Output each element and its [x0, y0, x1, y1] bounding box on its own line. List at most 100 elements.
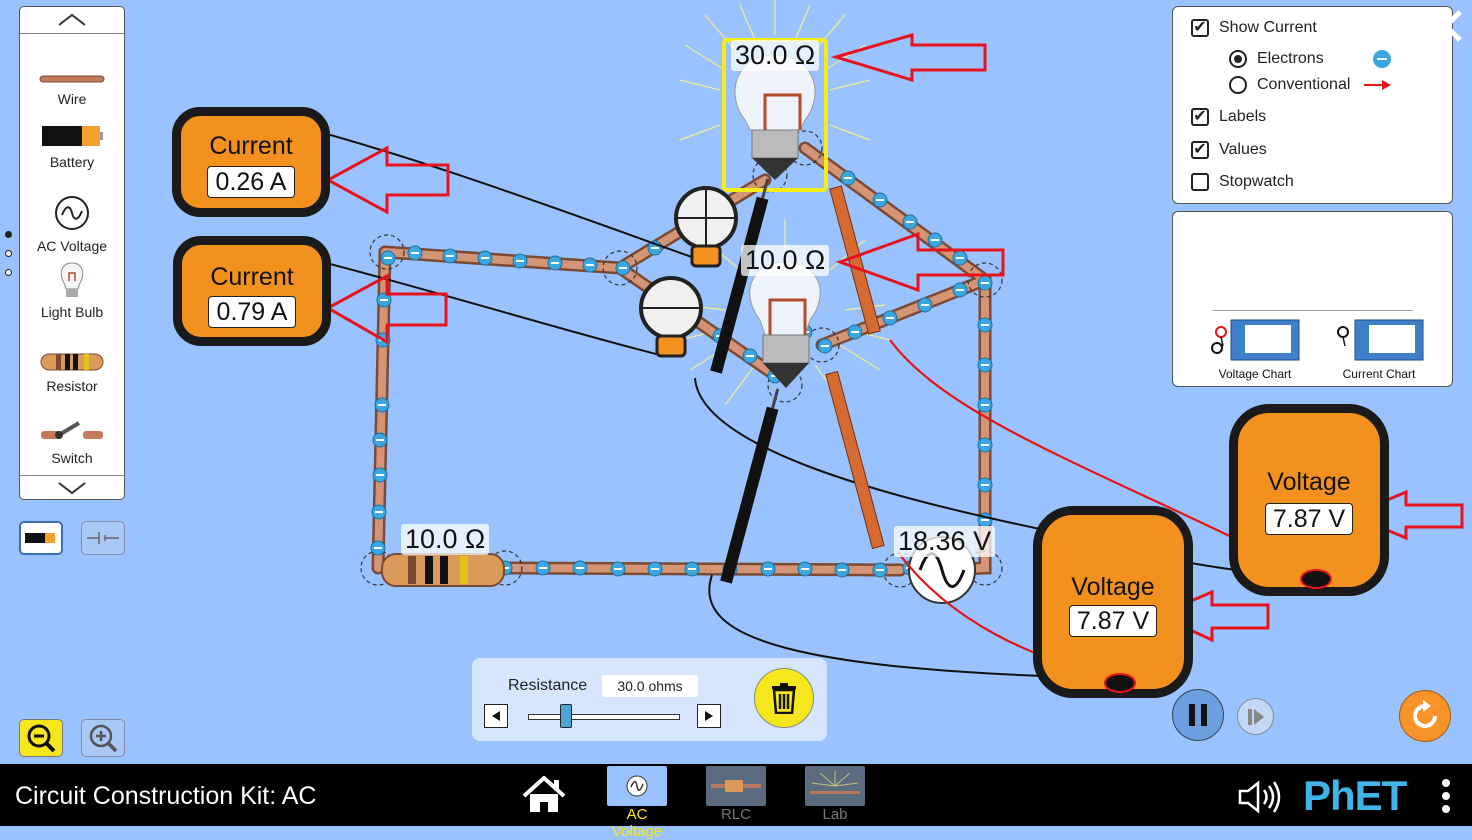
show-current-check-icon: ✔ [1191, 19, 1209, 37]
resistor-value: 10.0 Ω [401, 524, 490, 555]
voltmeter-2-reading: 7.87 V [1069, 605, 1157, 637]
zoom-in-button[interactable] [81, 719, 125, 757]
voltage-chart-label: Voltage Chart [1218, 367, 1292, 381]
voltmeter-probes[interactable] [710, 177, 885, 584]
zoom-out-button[interactable] [19, 719, 63, 757]
ac-voltage-screen-icon [607, 766, 667, 806]
toolbox-page-dot-2[interactable] [5, 250, 12, 257]
bulb-middle-value: 10.0 Ω [741, 245, 830, 276]
toolbox-item-ac-voltage[interactable]: AC Voltage [20, 195, 124, 254]
arrow-right-icon [705, 711, 713, 721]
lab-screen-icon [805, 766, 865, 806]
ammeter-1-title: Current [209, 132, 293, 160]
toolbox-label-battery: Battery [49, 154, 95, 170]
screen-tab-lab-label: Lab [822, 806, 848, 823]
reset-icon [1413, 700, 1437, 728]
toolbox-label-wire: Wire [57, 91, 87, 107]
kebab-menu-icon [1442, 779, 1450, 813]
component-toolbox: Wire Battery AC Voltage Light Bulb Resis… [19, 6, 125, 500]
toolbox-label-resistor: Resistor [46, 378, 98, 394]
toolbox-item-battery[interactable]: Battery [20, 125, 124, 170]
step-forward-icon [1247, 708, 1264, 725]
voltage-chart-icon [1211, 319, 1300, 361]
trash-icon [772, 683, 796, 714]
sim-title: Circuit Construction Kit: AC [15, 782, 317, 810]
resistance-decrement-button[interactable] [484, 704, 508, 728]
resistance-slider-track[interactable] [528, 714, 680, 720]
labels-checkbox[interactable]: ✔ Labels [1191, 108, 1266, 126]
show-current-checkbox[interactable]: ✔ Show Current [1191, 19, 1317, 37]
screen-tab-ac-voltage[interactable]: AC Voltage [606, 766, 668, 840]
resistance-value: 30.0 ohms [602, 675, 698, 697]
pause-icon [1189, 704, 1207, 726]
step-forward-button[interactable] [1237, 698, 1274, 735]
toolbox-item-switch[interactable]: Switch [20, 419, 124, 466]
toolbox-label-ac-voltage: AC Voltage [36, 238, 108, 254]
electrons-radio[interactable]: Electrons [1229, 49, 1392, 69]
delete-button[interactable] [754, 668, 814, 728]
toolbox-page-dot-1[interactable] [5, 231, 12, 238]
voltmeter-2-title: Voltage [1071, 573, 1155, 601]
arrow-left-icon [492, 711, 500, 721]
ammeter-2[interactable]: Current 0.79 A [173, 236, 331, 346]
chevron-down-icon [58, 482, 86, 495]
screen-tab-ac-voltage-label: AC Voltage [611, 806, 663, 840]
speaker-icon [1238, 780, 1281, 814]
toolbox-item-resistor[interactable]: Resistor [20, 353, 124, 394]
ammeter-2-reading: 0.79 A [208, 296, 296, 328]
charts-panel: Voltage Chart Current Chart [1172, 211, 1453, 387]
phet-logo[interactable]: PhET [1303, 772, 1407, 820]
display-options-panel: ✔ Show Current Electrons Conventional ✔ … [1172, 6, 1453, 204]
conventional-radio[interactable]: Conventional [1229, 76, 1392, 94]
home-button[interactable] [522, 775, 566, 816]
toolbox-label-switch: Switch [51, 450, 93, 466]
red-arrow-icon [1364, 80, 1392, 90]
bulb-top-value: 30.0 Ω [731, 40, 820, 71]
conventional-label: Conventional [1257, 76, 1351, 93]
resistance-increment-button[interactable] [697, 704, 721, 728]
ammeter-1-reading: 0.26 A [207, 166, 295, 198]
light-bulb-icon [60, 262, 84, 297]
navigation-bar: Circuit Construction Kit: AC AC Voltage … [0, 764, 1472, 840]
voltmeter-2[interactable]: Voltage 7.87 V [1033, 506, 1193, 698]
toolbox-page-dot-3[interactable] [5, 269, 12, 276]
values-check-icon: ✔ [1191, 141, 1209, 159]
toolbox-scroll-down-button[interactable] [20, 475, 124, 501]
home-icon [522, 775, 566, 812]
wire-icon [39, 75, 105, 83]
stopwatch-checkbox[interactable]: Stopwatch [1191, 173, 1294, 191]
screen-tab-rlc-label: RLC [720, 806, 751, 823]
close-button[interactable] [1428, 8, 1464, 44]
resistor-icon [40, 353, 104, 371]
zoom-out-icon [27, 724, 56, 753]
play-pause-button[interactable] [1172, 689, 1224, 741]
voltage-chart-tool[interactable]: Voltage Chart [1209, 318, 1301, 381]
ammeter-2-title: Current [210, 263, 294, 291]
electrons-label: Electrons [1257, 50, 1324, 67]
voltmeter-1-title: Voltage [1267, 468, 1351, 496]
toolbox-item-light-bulb[interactable]: Light Bulb [20, 261, 124, 320]
voltmeter-1[interactable]: Voltage 7.87 V [1229, 404, 1389, 596]
labels-check-icon: ✔ [1191, 108, 1209, 126]
resistance-slider-thumb[interactable] [559, 704, 572, 728]
labels-label: Labels [1219, 108, 1267, 125]
reset-all-button[interactable] [1399, 690, 1451, 742]
options-menu-button[interactable] [1438, 778, 1454, 814]
toolbox-item-wire[interactable]: Wire [20, 71, 124, 107]
switch-icon [41, 421, 103, 439]
ammeter-1[interactable]: Current 0.26 A [172, 107, 330, 217]
toolbox-scroll-up-button[interactable] [20, 7, 124, 33]
current-chart-tool[interactable]: Current Chart [1329, 318, 1429, 381]
screen-tab-lab[interactable]: Lab [804, 766, 866, 823]
resistor[interactable] [381, 553, 505, 587]
stopwatch-label: Stopwatch [1219, 173, 1294, 190]
schematic-view-button[interactable] [81, 521, 125, 555]
sound-button[interactable] [1238, 780, 1284, 814]
current-chart-label: Current Chart [1342, 367, 1416, 381]
zoom-in-icon [89, 724, 118, 753]
screen-tab-rlc[interactable]: RLC [705, 766, 767, 823]
values-checkbox[interactable]: ✔ Values [1191, 141, 1267, 159]
lifelike-view-button[interactable] [19, 521, 63, 555]
voltmeter-1-reading: 7.87 V [1265, 503, 1353, 535]
values-label: Values [1219, 141, 1267, 158]
